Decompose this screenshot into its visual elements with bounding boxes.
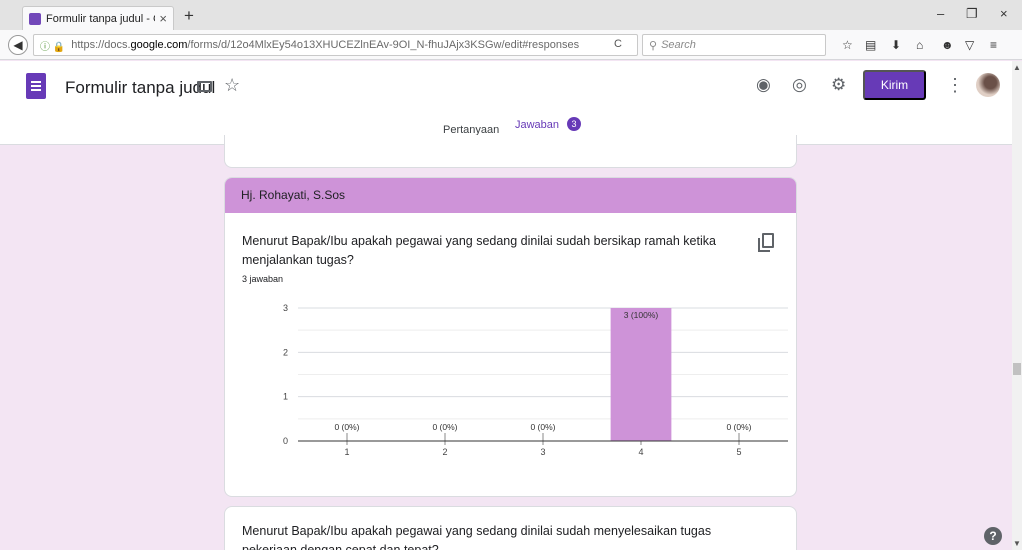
next-question-card: Menurut Bapak/Ibu apakah pegawai yang se… — [224, 506, 797, 550]
palette-icon[interactable]: ◉ — [756, 75, 771, 95]
tab-responses[interactable]: Jawaban — [515, 119, 559, 131]
bookmark-star-icon[interactable]: ☆ — [842, 38, 853, 52]
next-question-text: Menurut Bapak/Ibu apakah pegawai yang se… — [242, 524, 712, 550]
forms-header: Formulir tanpa judul ☆ ◉ ◎ ⚙ Kirim ⋮ Per… — [0, 61, 1012, 145]
search-input[interactable]: ⚲ Search — [642, 34, 826, 56]
tab-close-icon[interactable]: × — [159, 11, 167, 26]
reload-icon[interactable]: C — [614, 38, 622, 50]
help-icon[interactable]: ? — [984, 527, 1002, 545]
respondent-name: Hj. Rohayati, S.Sos — [225, 178, 796, 213]
x-tick-label: 1 — [344, 447, 349, 457]
x-tick-label: 2 — [442, 447, 447, 457]
url-text: https://docs.google.com/forms/d/12o4MlxE… — [71, 39, 580, 51]
y-tick-label: 0 — [283, 436, 288, 446]
back-arrow-icon[interactable]: ◀ — [8, 35, 28, 55]
more-vert-icon[interactable]: ⋮ — [946, 75, 964, 96]
previous-card — [224, 135, 797, 168]
x-tick-label: 5 — [736, 447, 741, 457]
data-label: 0 (0%) — [432, 422, 457, 432]
forms-logo-icon[interactable] — [26, 73, 46, 99]
scroll-down-icon[interactable]: ▼ — [1013, 539, 1021, 548]
preview-eye-icon[interactable]: ◎ — [792, 75, 807, 95]
search-icon: ⚲ — [649, 39, 658, 52]
response-summary-card: Hj. Rohayati, S.Sos Menurut Bapak/Ibu ap… — [224, 177, 797, 497]
search-placeholder: Search — [661, 39, 696, 51]
send-button[interactable]: Kirim — [863, 70, 926, 100]
data-label: 0 (0%) — [726, 422, 751, 432]
restore-button[interactable]: ❐ — [966, 6, 978, 22]
data-label: 0 (0%) — [530, 422, 555, 432]
settings-gear-icon[interactable]: ⚙ — [831, 75, 846, 95]
page-scrollbar[interactable]: ▲ ▼ — [1012, 61, 1022, 550]
window-close-button[interactable]: × — [1000, 6, 1008, 21]
scroll-up-icon[interactable]: ▲ — [1013, 63, 1021, 72]
minimize-button[interactable]: – — [937, 6, 944, 21]
copy-chart-icon[interactable] — [758, 233, 774, 252]
star-icon[interactable]: ☆ — [224, 75, 240, 96]
browser-tab[interactable]: Formulir tanpa judul - Go... × — [22, 6, 174, 30]
responses-count-badge: 3 — [567, 117, 581, 131]
x-tick-label: 3 — [540, 447, 545, 457]
data-label: 0 (0%) — [334, 422, 359, 432]
bar-chart: 0 1 2 3 0 (0%) 1 0 (0%) 2 0 (0%) 3 3 (100%) 4 0 (0%)… — [283, 303, 788, 457]
response-count: 3 jawaban — [242, 274, 284, 284]
data-label: 3 (100%) — [624, 310, 659, 320]
avatar[interactable] — [976, 73, 1000, 97]
scroll-thumb[interactable] — [1013, 363, 1021, 375]
secure-lock-icon: ⓘ 🔒 — [40, 41, 66, 53]
y-tick-label: 1 — [283, 392, 288, 402]
home-icon[interactable]: ⌂ — [916, 38, 923, 52]
menu-icon[interactable]: ≡ — [990, 38, 997, 52]
pocket-icon[interactable]: ▽ — [965, 38, 974, 52]
question-text: Menurut Bapak/Ibu apakah pegawai yang se… — [242, 234, 716, 267]
tab-title: Formulir tanpa judul - Go... — [46, 12, 155, 25]
browser-tab-bar: Formulir tanpa judul - Go... × + – ❐ × — [0, 0, 1022, 30]
browser-nav-bar: ◀ ⓘ 🔒 https://docs.google.com/forms/d/12… — [0, 30, 1022, 60]
reading-list-icon[interactable]: ▤ — [865, 38, 876, 52]
forms-favicon-icon — [29, 12, 41, 25]
form-title[interactable]: Formulir tanpa judul — [65, 78, 215, 98]
bar — [610, 308, 672, 441]
y-tick-label: 2 — [283, 347, 288, 357]
account-icon[interactable]: ☻ — [941, 38, 954, 52]
new-tab-button[interactable]: + — [184, 6, 194, 26]
download-icon[interactable]: ⬇ — [891, 38, 901, 52]
x-tick-label: 4 — [638, 447, 643, 457]
y-tick-label: 3 — [283, 303, 288, 313]
url-bar[interactable]: ⓘ 🔒 https://docs.google.com/forms/d/12o4… — [33, 34, 638, 56]
folder-icon[interactable] — [197, 81, 212, 92]
